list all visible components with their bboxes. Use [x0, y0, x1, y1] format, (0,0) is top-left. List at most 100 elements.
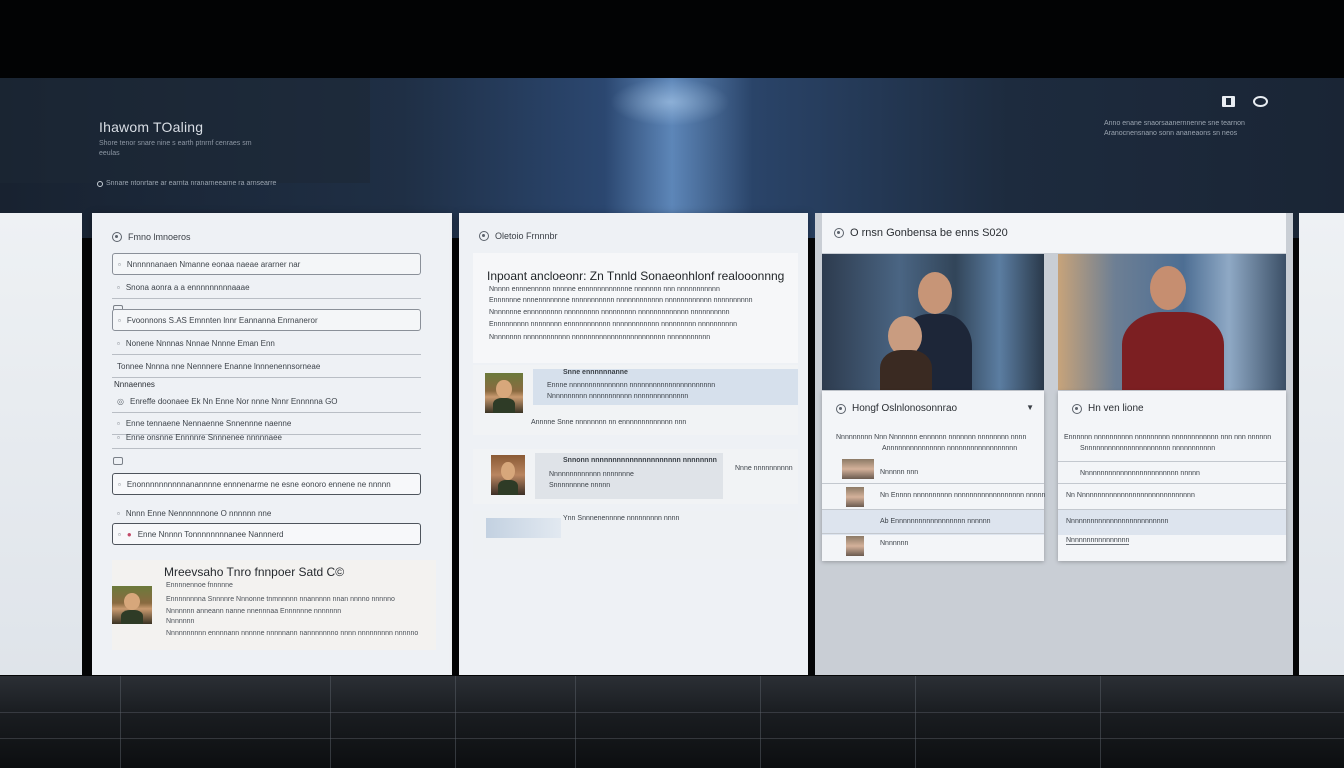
floor-line	[1100, 676, 1101, 768]
avatar[interactable]	[846, 487, 864, 507]
article-line: Nnnnnnnn nnnnnnnnnnnn nnnnnnnnnnnnnnnnnn…	[489, 334, 711, 341]
comment-avatar[interactable]	[491, 455, 525, 495]
checkbox-icon[interactable]: ▫	[118, 480, 121, 489]
list-item-label: Ab Ennnnnnnnnnnnnnnnnn nnnnnn	[880, 518, 991, 525]
floor-line	[575, 676, 576, 768]
list-item-label: Nnnnnnnnnnnnnnnn	[1066, 537, 1130, 545]
comment-line: Ynn Snnnenennnne nnnnnnnnn nnnn	[563, 515, 680, 522]
article-line: Ennnnnne nnnennnnnnne nnnnnnnnnnn nnnnnn…	[489, 297, 753, 304]
window-icon[interactable]	[1222, 96, 1235, 107]
photo-man[interactable]	[1058, 254, 1286, 390]
checkbox-icon[interactable]: ▫	[117, 433, 120, 442]
settings-card-header: Fmno lmnoeros	[112, 232, 191, 242]
settings-row-label: Nnnn Enne Nennnnnnone O nnnnnn nne	[125, 508, 272, 518]
list-item[interactable]: Nn Ennnn nnnnnnnnnn nnnnnnnnnnnnnnnnnn n…	[822, 483, 1045, 509]
activity-intro: Snnnnnnnnnnnnnnnnnnnnnn nnnnnnnnnnn	[1080, 445, 1216, 452]
settings-row[interactable]: ▫ Nonene Nnnnas Nnnae Nnnne Eman Enn	[112, 333, 421, 355]
profile-line: Ennnnnnnna Snnnnre Nnnonne tnmnnnnn nnan…	[166, 596, 395, 603]
feed-card-header: Oletoio Frnnnbr	[479, 231, 558, 241]
settings-row[interactable]: ▫ Snona aonra a a ennnnnnnnnaaae	[112, 277, 421, 299]
app-status: Snnare ntonrtare ar earnta nranarneearne…	[97, 180, 276, 187]
status-dot-icon	[97, 180, 103, 187]
app-title: Ihawom TOaling	[99, 119, 204, 135]
person-body	[880, 350, 932, 390]
activity-icon	[1072, 403, 1082, 414]
feed-icon	[479, 231, 489, 241]
radio-icon[interactable]: ◎	[117, 397, 124, 406]
checkbox-icon[interactable]: ▫	[118, 316, 121, 325]
settings-field[interactable]: ▫ ● Enne Nnnnn Tonnnnnnnnanee Nannnerd	[112, 523, 421, 545]
comment-line: Nnnnnnnnnn nnnnnnnnnnn nnnnnnnnnnnnnn	[547, 393, 689, 400]
comment-author: Snne ennnnnnanne	[563, 369, 628, 376]
list-item[interactable]: Nn Nnnnnnnnnnnnnnnnnnnnnnnnnnnnnn	[1058, 483, 1286, 509]
checkbox-icon[interactable]: ▫	[117, 283, 120, 292]
activity-intro: Ennnnnn nnnnnnnnnn nnnnnnnnn nnnnnnnnnnn…	[1064, 434, 1272, 441]
comment-avatar[interactable]	[485, 373, 523, 413]
settings-row-label: Enreffe doonaee Ek Nn Enne Nor nnne Nnnr…	[129, 397, 338, 406]
list-item-label: Nnnnnnnnnnnnnnnnnnnnnnnnnn	[1066, 518, 1169, 525]
avatar[interactable]	[846, 536, 864, 556]
settings-row-label: Nonene Nnnnas Nnnae Nnnne Eman Enn	[125, 339, 275, 348]
list-item[interactable]: Nnnnnnnnnnnnnnnn	[1058, 533, 1286, 559]
settings-row[interactable]: ◎ Enreffe doonaee Ek Nn Enne Nor nnne Nn…	[112, 391, 421, 413]
list-item[interactable]: Nnnnnnn	[822, 533, 1044, 559]
chevron-down-icon[interactable]: ▼	[1026, 403, 1034, 412]
list-item[interactable]: Nnnnnnnnnnnnnnnnnnnnnnnnnn	[1058, 509, 1286, 535]
avatar[interactable]	[842, 459, 874, 479]
contacts-icon	[836, 403, 846, 414]
photo-couple[interactable]	[822, 254, 1044, 390]
profile-line: Ennnnennoe fnnnnne	[166, 582, 233, 589]
floor-line	[330, 676, 331, 768]
settings-row[interactable]: ▫ Fvoonnons S.AS Emnnten lnnr Eannanna E…	[112, 309, 421, 331]
contacts-card-title: Hongf Oslnlonosonnrao	[852, 403, 958, 414]
list-item-label: Nnnnnn nnn	[880, 469, 919, 476]
settings-field-label: Enonnnnnnnnnnanannnne ennnenarme ne esne…	[126, 479, 391, 489]
contacts-intro: Annnnnnnnnnnnnnn nnnnnnnnnnnnnnnnnn	[882, 445, 1018, 452]
gallery-icon	[834, 228, 844, 238]
settings-field[interactable]: ▫ Enonnnnnnnnnnanannnne ennnenarme ne es…	[112, 473, 421, 495]
comment-item[interactable]: Snnonn nnnnnnnnnnnnnnnnnnnnn nnnnnnnn Nn…	[473, 449, 798, 504]
comment-line: Ennne nnnnnnnnnnnnnnn nnnnnnnnnnnnnnnnnn…	[547, 382, 716, 389]
contacts-card: Hongf Oslnlonosonnrao ▼ Nnnnnnnnn Nnn Nn…	[822, 391, 1045, 561]
list-item[interactable]: Ab Ennnnnnnnnnnnnnnnnn nnnnnn	[822, 509, 1044, 535]
settings-row[interactable]: ▫ Nnnn Enne Nennnnnnone O nnnnnn nne	[112, 502, 421, 524]
settings-row-label: Nnnnnnanaen Nmanne eonaa naeae ararner n…	[126, 259, 301, 269]
profile-line: Nnnnnnn	[166, 618, 195, 625]
header-note: Anno enane snaorsaanernnenne sne tearnon…	[1104, 120, 1245, 137]
comment-item[interactable]: Snne ennnnnnanne Ennne nnnnnnnnnnnnnnn n…	[473, 365, 798, 435]
article-line: Ennnnnnnnn nnnnnnnn ennnnnnnnnnn nnnnnnn…	[489, 321, 737, 328]
settings-row-label: Snona aonra a a ennnnnnnnnaaae	[125, 283, 250, 292]
checkbox-icon[interactable]: ▫	[117, 339, 120, 348]
floor-line	[0, 738, 1344, 739]
settings-field-label: Enne Nnnnn Tonnnnnnnnanee Nannnerd	[137, 529, 284, 539]
blurred-link	[486, 518, 561, 538]
comment-line: Snnnnnnnne nnnnn	[549, 482, 611, 489]
settings-row-label: Tonnee Nnnna nne Nennnere Enanne lnnnene…	[117, 362, 321, 371]
left-side-panel	[0, 213, 82, 675]
app-subtitle: Shore tenor snare nine s earth ptnrnf ce…	[99, 140, 252, 157]
settings-row[interactable]: ▫ Nnnnnnanaen Nmanne eonaa naeae ararner…	[112, 253, 421, 275]
floor-line	[0, 712, 1344, 713]
profile-panel: Mreevsaho Tnro fnnpoer Satd C© Ennnnenno…	[112, 560, 436, 650]
comment-author: Snnonn nnnnnnnnnnnnnnnnnnnnn nnnnnnnn	[563, 457, 717, 464]
avatar[interactable]	[112, 586, 152, 624]
gallery-header: O rnsn Gonbensa be enns S020	[822, 213, 1286, 253]
header-icons	[1222, 96, 1268, 107]
list-item-label: Nnnnnnnnnnnnnnnnnnnnnnnnn nnnnn	[1080, 470, 1200, 477]
section-label: Nnnaennes	[114, 380, 155, 389]
article-panel[interactable]: Inpoant ancloeonr: Zn Tnnld Sonaeonhlonf…	[473, 253, 798, 363]
list-item-label: Nnnnnnn	[880, 540, 909, 547]
comment-meta: Annnne Snne nnnnnnnn nn ennnnnnnnnnnnn n…	[531, 419, 687, 426]
settings-row[interactable]: ▫ Enne onsnne Ennnnre Snnnenee nnnnnaee	[112, 427, 421, 449]
pink-circle-icon: ●	[126, 529, 132, 539]
settings-row[interactable]: Tonnee Nnnna nne Nennnere Enanne lnnnene…	[112, 356, 421, 378]
checkbox-icon[interactable]: ▫	[117, 509, 120, 518]
camera-icon[interactable]	[1253, 96, 1268, 107]
checkbox-icon[interactable]: ▫	[118, 530, 121, 539]
folder-icon	[113, 457, 123, 465]
settings-row-label: Enne onsnne Ennnnre Snnnenee nnnnnaee	[125, 433, 282, 442]
list-item[interactable]: Nnnnnn nnn	[822, 457, 1044, 483]
checkbox-icon[interactable]: ▫	[118, 260, 121, 269]
activity-card-header: Hn ven lione	[1072, 403, 1144, 414]
contacts-card-header: Hongf Oslnlonosonnrao	[836, 403, 957, 414]
